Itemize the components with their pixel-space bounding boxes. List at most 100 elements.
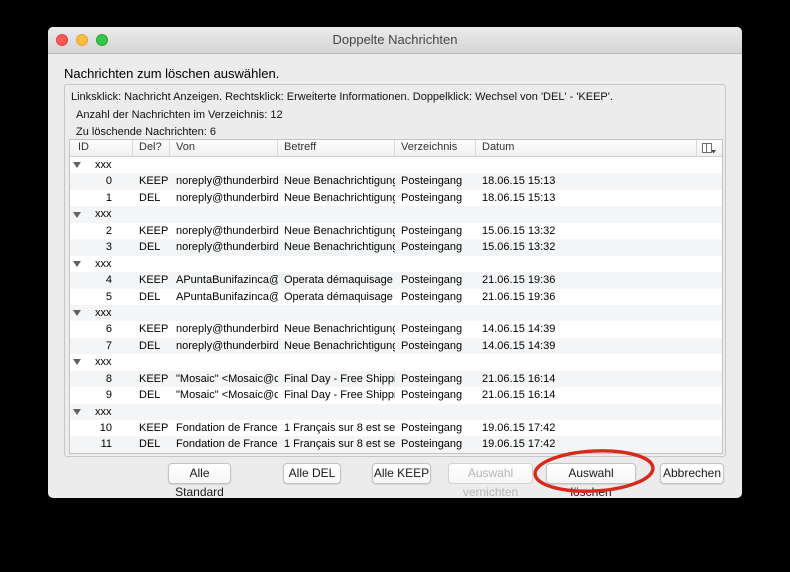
auswahl-loeschen-button[interactable]: Auswahl löschen bbox=[546, 463, 636, 499]
group-label: xxx bbox=[95, 306, 112, 319]
cell-datum: 21.06.15 16:14 bbox=[482, 372, 556, 385]
cell-datum: 15.06.15 13:32 bbox=[482, 224, 556, 237]
cell-del: KEEP bbox=[139, 274, 169, 287]
disclosure-triangle-icon[interactable] bbox=[73, 260, 81, 267]
group-label: xxx bbox=[95, 257, 112, 270]
group-row[interactable]: xxx bbox=[70, 354, 722, 371]
cell-betreff: Neue Benachrichtigung: Neue… bbox=[284, 191, 395, 204]
group-row[interactable]: xxx bbox=[70, 403, 722, 420]
message-row[interactable]: 5 DEL APuntaBunifazinca@corse-… Operata dém… bbox=[70, 288, 722, 305]
cell-betreff: 1 Français sur 8 est seul. bbox=[284, 422, 395, 434]
message-row[interactable]: 1 DEL noreply@thunderbird-mail.de Neue Bena… bbox=[70, 189, 722, 207]
cell-verzeichnis: Posteingang bbox=[401, 274, 463, 287]
column-header-von[interactable]: Von bbox=[170, 140, 278, 156]
message-row[interactable]: 9 DEL "Mosaic" <Mosaic@capitol… Final Day -… bbox=[70, 387, 722, 404]
total-count-text: Anzahl der Nachrichten im Verzeichnis: 1… bbox=[76, 109, 283, 121]
cell-verzeichnis: Posteingang bbox=[401, 241, 463, 254]
cell-id: 10 bbox=[99, 422, 112, 434]
alle-standard-button[interactable]: Alle Standard bbox=[168, 463, 231, 499]
table-body: xxx 0 KEEP noreply@thunderbird-mail.de Neue … bbox=[70, 157, 722, 453]
message-row[interactable]: 11 DEL Fondation de France <cont… 1 Françai… bbox=[70, 436, 722, 453]
message-row[interactable]: 10 KEEP Fondation de France <cont… 1 França… bbox=[70, 420, 722, 437]
delete-count-text: Zu löschende Nachrichten: 6 bbox=[76, 126, 217, 138]
cell-id: 0 bbox=[105, 175, 112, 188]
cell-id: 7 bbox=[105, 339, 112, 352]
cell-del: DEL bbox=[139, 339, 161, 352]
cell-von: APuntaBunifazinca@corse-… bbox=[176, 274, 278, 287]
cell-betreff: Neue Benachrichtigung: Neue… bbox=[284, 175, 395, 188]
cell-id: 11 bbox=[100, 438, 112, 451]
cell-verzeichnis: Posteingang bbox=[401, 224, 463, 237]
table-header: ID Del? Von Betreff Verzeichnis Datum bbox=[70, 140, 722, 157]
cell-del: DEL bbox=[139, 191, 161, 204]
cell-betreff: Neue Benachrichtigung: Neue… bbox=[284, 241, 395, 254]
titlebar[interactable]: Doppelte Nachrichten bbox=[48, 27, 742, 54]
cell-datum: 18.06.15 15:13 bbox=[482, 191, 556, 204]
cell-del: KEEP bbox=[139, 224, 169, 237]
cell-id: 6 bbox=[105, 323, 112, 336]
cell-datum: 21.06.15 19:36 bbox=[482, 274, 556, 287]
column-header-betreff[interactable]: Betreff bbox=[278, 140, 395, 156]
message-row[interactable]: 2 KEEP noreply@thunderbird-mail.de Neue Ben… bbox=[70, 222, 722, 240]
message-row[interactable]: 8 KEEP "Mosaic" <Mosaic@capitol… Final Day … bbox=[70, 370, 722, 388]
column-header-datum[interactable]: Datum bbox=[476, 140, 722, 156]
abbrechen-button[interactable]: Abbrechen bbox=[660, 463, 724, 484]
cell-del: KEEP bbox=[139, 372, 169, 385]
cell-id: 9 bbox=[105, 389, 112, 402]
disclosure-triangle-icon[interactable] bbox=[73, 211, 81, 218]
cell-del: KEEP bbox=[139, 422, 169, 434]
cell-datum: 21.06.15 16:14 bbox=[482, 389, 556, 402]
cell-von: noreply@thunderbird-mail.de bbox=[176, 191, 278, 204]
cell-betreff: Neue Benachrichtigung: Neue… bbox=[284, 323, 395, 336]
cell-datum: 21.06.15 19:36 bbox=[482, 290, 556, 303]
cell-datum: 18.06.15 15:13 bbox=[482, 175, 556, 188]
message-row[interactable]: 4 KEEP APuntaBunifazinca@corse-… Operata dé… bbox=[70, 272, 722, 289]
cell-betreff: Final Day - Free Shipping Pro… bbox=[284, 372, 395, 385]
cell-datum: 19.06.15 17:42 bbox=[482, 438, 556, 451]
disclosure-triangle-icon[interactable] bbox=[73, 359, 81, 366]
cell-del: DEL bbox=[139, 389, 161, 402]
cell-von: noreply@thunderbird-mail.de bbox=[176, 224, 278, 237]
cell-verzeichnis: Posteingang bbox=[401, 389, 463, 402]
group-row[interactable]: xxx bbox=[70, 304, 722, 322]
disclosure-triangle-icon[interactable] bbox=[73, 162, 81, 169]
cell-datum: 19.06.15 17:42 bbox=[482, 422, 556, 434]
group-row[interactable]: xxx bbox=[70, 206, 722, 223]
auswahl-vernichten-button: Auswahl vernichten bbox=[448, 463, 533, 499]
message-row[interactable]: 0 KEEP noreply@thunderbird-mail.de Neue Ben… bbox=[70, 173, 722, 190]
cell-id: 8 bbox=[105, 372, 112, 385]
alle-keep-button[interactable]: Alle KEEP bbox=[372, 463, 431, 484]
cell-verzeichnis: Posteingang bbox=[401, 191, 463, 204]
cell-id: 3 bbox=[105, 241, 112, 254]
column-header-id[interactable]: ID bbox=[70, 140, 133, 156]
cell-id: 5 bbox=[105, 290, 112, 303]
cell-betreff: Neue Benachrichtigung: Neue… bbox=[284, 224, 395, 237]
group-row[interactable]: xxx bbox=[70, 255, 722, 273]
cell-von: "Mosaic" <Mosaic@capitol… bbox=[176, 389, 278, 402]
cell-betreff: Operata démaquisage sentier … bbox=[284, 290, 395, 303]
cell-datum: 14.06.15 14:39 bbox=[482, 323, 556, 336]
alle-del-button[interactable]: Alle DEL bbox=[283, 463, 341, 484]
cell-betreff: Operata démaquisage sentier … bbox=[284, 274, 395, 287]
window-title: Doppelte Nachrichten bbox=[332, 32, 458, 47]
message-row[interactable]: 3 DEL noreply@thunderbird-mail.de Neue Bena… bbox=[70, 239, 722, 256]
group-label: xxx bbox=[95, 405, 112, 418]
message-row[interactable]: 7 DEL noreply@thunderbird-mail.de Neue Bena… bbox=[70, 337, 722, 355]
cell-von: Fondation de France <cont… bbox=[176, 438, 278, 451]
cell-verzeichnis: Posteingang bbox=[401, 438, 463, 451]
cell-del: DEL bbox=[139, 241, 161, 254]
column-picker-icon bbox=[702, 142, 716, 153]
column-picker-button[interactable] bbox=[696, 140, 722, 156]
disclosure-triangle-icon[interactable] bbox=[73, 310, 81, 317]
cell-betreff: 1 Français sur 8 est seul. bbox=[284, 438, 395, 451]
cell-verzeichnis: Posteingang bbox=[401, 175, 463, 188]
column-header-del[interactable]: Del? bbox=[133, 140, 170, 156]
group-label: xxx bbox=[95, 208, 112, 221]
column-header-verzeichnis[interactable]: Verzeichnis bbox=[395, 140, 476, 156]
message-row[interactable]: 6 KEEP noreply@thunderbird-mail.de Neue Ben… bbox=[70, 321, 722, 338]
group-label: xxx bbox=[95, 356, 112, 369]
group-row[interactable]: xxx bbox=[70, 157, 722, 174]
dialog-window: Doppelte Nachrichten Nachrichten zum lös… bbox=[48, 27, 742, 499]
disclosure-triangle-icon[interactable] bbox=[73, 408, 81, 415]
cell-verzeichnis: Posteingang bbox=[401, 339, 463, 352]
